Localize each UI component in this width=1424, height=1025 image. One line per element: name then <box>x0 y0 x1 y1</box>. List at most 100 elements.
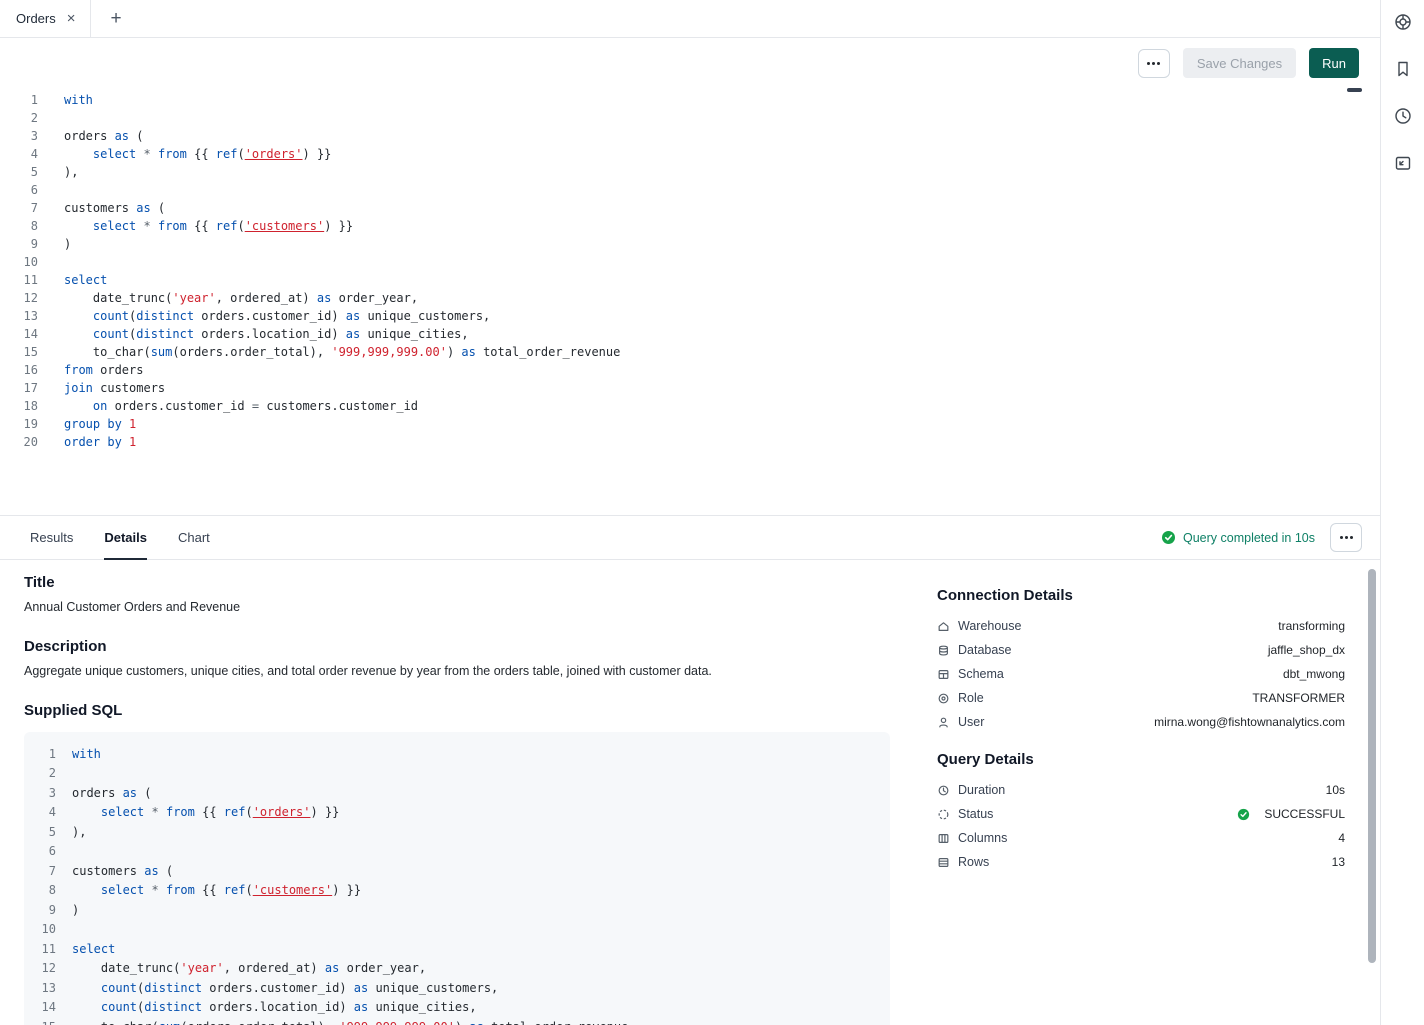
line-content <box>56 764 79 784</box>
user-icon <box>937 716 950 729</box>
details-panel: Title Annual Customer Orders and Revenue… <box>0 561 1380 1025</box>
code-line: 3orders as ( <box>36 784 878 804</box>
connection-details-rows: WarehousetransformingDatabasejaffle_shop… <box>937 614 1345 734</box>
line-number: 4 <box>36 803 56 823</box>
code-line: 5), <box>0 163 1380 181</box>
line-number: 19 <box>0 415 38 433</box>
detail-row-duration: Duration10s <box>937 778 1345 802</box>
role-icon <box>937 692 950 705</box>
line-number: 5 <box>36 823 56 843</box>
copilot-button[interactable] <box>1390 10 1416 36</box>
copilot-icon <box>1393 12 1413 35</box>
line-number: 15 <box>0 343 38 361</box>
line-number: 3 <box>36 784 56 804</box>
line-number: 10 <box>0 253 38 271</box>
code-line: 16from orders <box>0 361 1380 379</box>
bookmark-button[interactable] <box>1390 57 1416 83</box>
tab-results[interactable]: Results <box>30 515 73 560</box>
main-area: Orders × + Save Changes Run 1with2 3orde… <box>0 0 1380 1025</box>
rows-icon <box>937 856 950 869</box>
query-details-rows: Duration10sStatusSUCCESSFULColumns4Rows1… <box>937 778 1345 874</box>
save-changes-button[interactable]: Save Changes <box>1183 48 1296 78</box>
results-panel-header: Results Details Chart Query completed in… <box>0 515 1380 560</box>
detail-label: Database <box>958 643 1012 657</box>
code-line: 7customers as ( <box>36 862 878 882</box>
line-number: 6 <box>36 842 56 862</box>
line-content: count(distinct orders.customer_id) as un… <box>56 979 498 999</box>
code-line: 18 on orders.customer_id = customers.cus… <box>0 397 1380 415</box>
description-heading: Description <box>24 638 890 655</box>
line-number: 2 <box>36 764 56 784</box>
detail-row-role: RoleTRANSFORMER <box>937 686 1345 710</box>
ellipsis-icon <box>1152 62 1155 65</box>
line-number: 5 <box>0 163 38 181</box>
line-content: order by 1 <box>38 433 136 451</box>
line-content: date_trunc('year', ordered_at) as order_… <box>56 959 426 979</box>
editor-toolbar: Save Changes Run <box>0 38 1380 88</box>
tab-orders[interactable]: Orders × <box>0 0 91 37</box>
detail-row-schema: Schemadbt_mwong <box>937 662 1345 686</box>
columns-icon <box>937 832 950 845</box>
editor-scrollbar-thumb[interactable] <box>1347 88 1362 92</box>
line-content: count(distinct orders.customer_id) as un… <box>38 307 490 325</box>
line-number: 17 <box>0 379 38 397</box>
run-button[interactable]: Run <box>1309 48 1359 78</box>
code-line: 13 count(distinct orders.customer_id) as… <box>0 307 1380 325</box>
panel-more-button[interactable] <box>1330 523 1362 552</box>
line-content <box>56 920 79 940</box>
detail-label: User <box>958 715 984 729</box>
line-content: date_trunc('year', ordered_at) as order_… <box>38 289 418 307</box>
line-content: with <box>38 91 93 109</box>
code-line: 10 <box>0 253 1380 271</box>
editor-more-button[interactable] <box>1138 49 1170 78</box>
query-details-heading: Query Details <box>937 751 1345 768</box>
line-number: 13 <box>36 979 56 999</box>
line-content: select <box>56 940 115 960</box>
code-line: 3orders as ( <box>0 127 1380 145</box>
code-line: 5), <box>36 823 878 843</box>
code-line: 6 <box>0 181 1380 199</box>
line-content: group by 1 <box>38 415 136 433</box>
new-tab-button[interactable]: + <box>105 9 128 28</box>
editor-code[interactable]: 1with2 3orders as (4 select * from {{ re… <box>0 88 1380 451</box>
line-number: 9 <box>0 235 38 253</box>
code-line: 9) <box>0 235 1380 253</box>
line-content: select * from {{ ref('orders') }} <box>38 145 331 163</box>
line-content <box>38 253 71 271</box>
line-number: 11 <box>0 271 38 289</box>
tab-details[interactable]: Details <box>104 515 147 560</box>
line-content: select <box>38 271 107 289</box>
line-number: 8 <box>36 881 56 901</box>
warehouse-icon <box>937 620 950 633</box>
line-number: 8 <box>0 217 38 235</box>
code-line: 17join customers <box>0 379 1380 397</box>
detail-label: Columns <box>958 831 1007 845</box>
close-tab-icon[interactable]: × <box>67 11 76 26</box>
code-line: 12 date_trunc('year', ordered_at) as ord… <box>0 289 1380 307</box>
tab-chart[interactable]: Chart <box>178 515 210 560</box>
details-left-column: Title Annual Customer Orders and Revenue… <box>24 561 890 1025</box>
status-icon <box>937 808 950 821</box>
query-status-text: Query completed in 10s <box>1183 531 1315 545</box>
line-content: customers as ( <box>56 862 173 882</box>
line-content: count(distinct orders.location_id) as un… <box>38 325 469 343</box>
sql-editor[interactable]: 1with2 3orders as (4 select * from {{ re… <box>0 88 1380 515</box>
line-content: count(distinct orders.location_id) as un… <box>56 998 477 1018</box>
code-line: 2 <box>36 764 878 784</box>
open-panel-button[interactable] <box>1390 151 1416 177</box>
details-scrollbar-track[interactable] <box>1367 561 1376 1025</box>
line-number: 14 <box>0 325 38 343</box>
line-number: 13 <box>0 307 38 325</box>
details-scrollbar-thumb[interactable] <box>1368 569 1376 963</box>
query-status: Query completed in 10s <box>1161 530 1315 545</box>
detail-row-status: StatusSUCCESSFUL <box>937 802 1345 826</box>
line-content <box>38 181 71 199</box>
query-details-section: Query Details Duration10sStatusSUCCESSFU… <box>937 734 1345 874</box>
line-content: to_char(sum(orders.order_total), '999,99… <box>56 1018 628 1025</box>
tab-orders-label: Orders <box>16 11 56 26</box>
history-button[interactable] <box>1390 104 1416 130</box>
code-line: 15 to_char(sum(orders.order_total), '999… <box>36 1018 878 1025</box>
description-value: Aggregate unique customers, unique citie… <box>24 663 890 680</box>
line-number: 7 <box>0 199 38 217</box>
line-number: 7 <box>36 862 56 882</box>
